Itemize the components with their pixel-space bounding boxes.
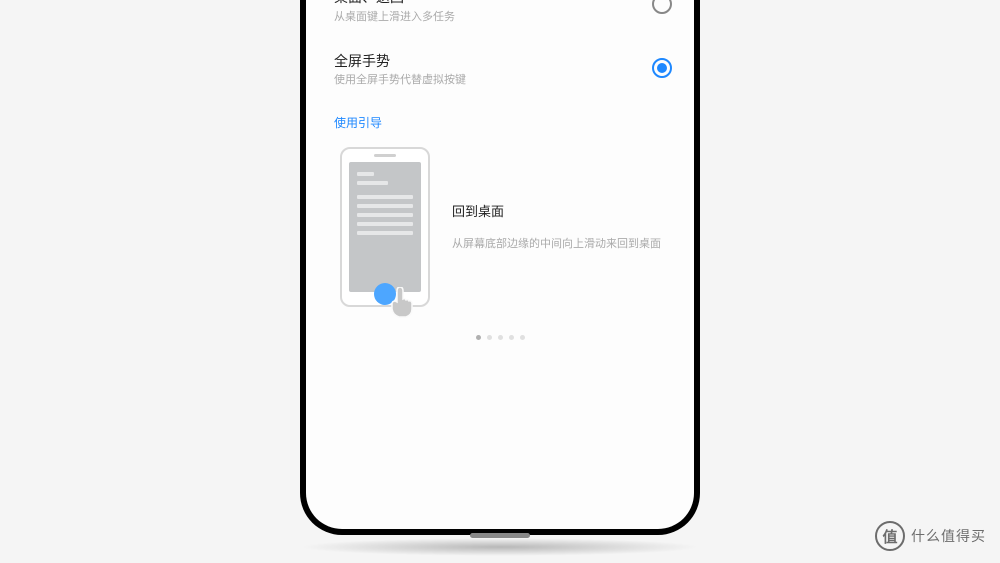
finger-pointer-icon — [387, 287, 417, 319]
content-line — [357, 172, 374, 176]
mini-speaker-icon — [374, 154, 396, 157]
option-title: 全屏手势 — [334, 52, 652, 72]
pagination-dot[interactable] — [476, 335, 481, 340]
pagination-dot[interactable] — [509, 335, 514, 340]
option-desc: 从桌面键上滑进入多任务 — [334, 10, 652, 24]
mini-phone-outline — [340, 147, 430, 307]
watermark-text: 什么值得买 — [911, 526, 986, 546]
option-desktop-back[interactable]: 桌面、返回 从桌面键上滑进入多任务 — [306, 0, 694, 38]
watermark-icon: 值 — [875, 521, 905, 551]
content-line — [357, 231, 413, 235]
tutorial-desc: 从屏幕底部边缘的中间向上滑动来回到桌面 — [452, 236, 666, 253]
option-text: 全屏手势 使用全屏手势代替虚拟按键 — [334, 52, 652, 88]
option-desc: 使用全屏手势代替虚拟按键 — [334, 73, 652, 87]
settings-content: 桌面、返回 从桌面键上滑进入多任务 全屏手势 使用全屏手势代替虚拟按键 使用引导 — [306, 0, 694, 340]
tutorial-section: 回到桌面 从屏幕底部边缘的中间向上滑动来回到桌面 — [306, 141, 694, 317]
watermark: 值 什么值得买 — [875, 521, 986, 551]
phone-frame: 桌面、返回 从桌面键上滑进入多任务 全屏手势 使用全屏手势代替虚拟按键 使用引导 — [300, 0, 700, 535]
content-line — [357, 181, 388, 185]
content-line — [357, 222, 413, 226]
content-line — [357, 213, 413, 217]
tutorial-text: 回到桌面 从屏幕底部边缘的中间向上滑动来回到桌面 — [452, 201, 666, 253]
radio-unselected-icon[interactable] — [652, 0, 672, 14]
pagination-dots[interactable] — [306, 317, 694, 340]
option-text: 桌面、返回 从桌面键上滑进入多任务 — [334, 0, 652, 24]
tutorial-title: 回到桌面 — [452, 201, 666, 220]
usage-guide-link[interactable]: 使用引导 — [306, 102, 694, 141]
phone-screen: 桌面、返回 从桌面键上滑进入多任务 全屏手势 使用全屏手势代替虚拟按键 使用引导 — [306, 0, 694, 529]
content-line — [357, 195, 413, 199]
radio-selected-icon[interactable] — [652, 58, 672, 78]
phone-home-button-icon — [470, 533, 530, 538]
tutorial-illustration — [340, 147, 430, 307]
phone-shadow — [300, 538, 700, 556]
option-title: 桌面、返回 — [334, 0, 652, 8]
pagination-dot[interactable] — [498, 335, 503, 340]
option-fullscreen-gesture[interactable]: 全屏手势 使用全屏手势代替虚拟按键 — [306, 38, 694, 102]
mini-screen — [349, 162, 421, 292]
content-line — [357, 204, 413, 208]
pagination-dot[interactable] — [520, 335, 525, 340]
pagination-dot[interactable] — [487, 335, 492, 340]
